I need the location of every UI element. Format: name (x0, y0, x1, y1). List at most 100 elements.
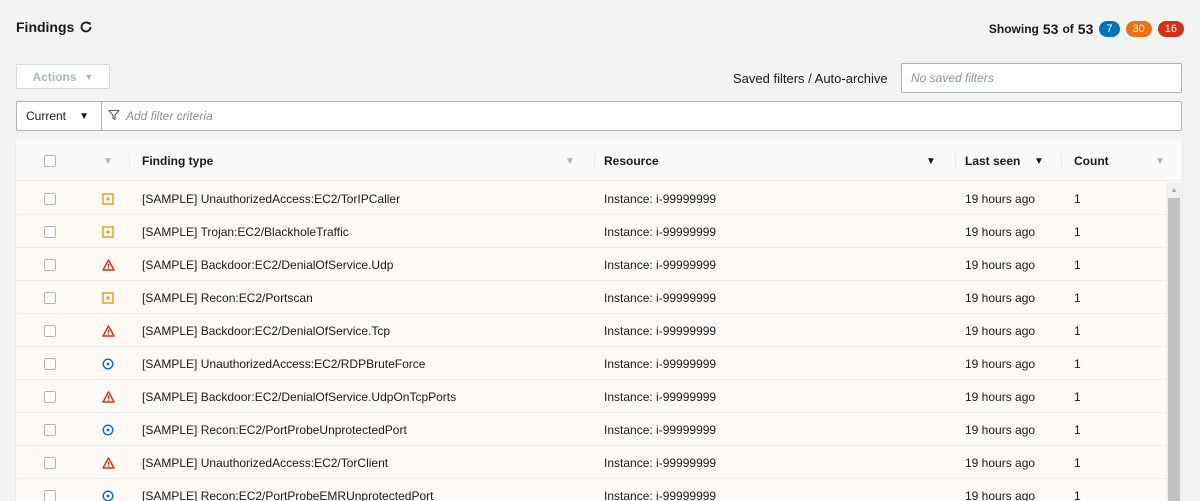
row-checkbox[interactable] (44, 380, 56, 413)
checkbox[interactable] (44, 456, 56, 469)
table-row[interactable]: [SAMPLE] Backdoor:EC2/DenialOfService.Ud… (16, 248, 1166, 281)
filter-criteria-placeholder: Add filter criteria (126, 109, 213, 123)
scrollbar-thumb[interactable] (1168, 198, 1180, 501)
finding-type-link[interactable]: [SAMPLE] Recon:EC2/PortProbeEMRUnprotect… (142, 479, 433, 501)
last-seen-cell: 19 hours ago (965, 290, 1036, 305)
refresh-icon[interactable] (78, 19, 94, 35)
resource-cell: Instance: i-99999999 (604, 191, 717, 206)
count-sort-toggle[interactable]: ▼ (1155, 141, 1165, 181)
severity-cell (101, 347, 115, 380)
checkbox[interactable] (44, 357, 56, 370)
resource-cell: Instance: i-99999999 (604, 224, 717, 239)
last-seen-cell: 19 hours ago (965, 356, 1036, 371)
row-checkbox[interactable] (44, 413, 56, 446)
finding-type-link[interactable]: [SAMPLE] Trojan:EC2/BlackholeTraffic (142, 215, 349, 248)
row-checkbox[interactable] (44, 281, 56, 314)
finding-type-link[interactable]: [SAMPLE] Backdoor:EC2/DenialOfService.Ud… (142, 248, 393, 281)
findings-panel: Findings Showing 53 of 53 7 30 16 Action… (0, 0, 1200, 501)
showing-count: 53 (1042, 21, 1059, 37)
finding-type-link[interactable]: [SAMPLE] Backdoor:EC2/DenialOfService.Ud… (142, 380, 456, 413)
column-label: Count (1074, 154, 1109, 168)
last-seen-cell: 19 hours ago (965, 323, 1036, 338)
finding-type-link[interactable]: [SAMPLE] UnauthorizedAccess:EC2/TorClien… (142, 446, 388, 479)
checkbox[interactable] (44, 258, 56, 271)
sort-caret-icon: ▼ (926, 155, 936, 167)
table-row[interactable]: [SAMPLE] Recon:EC2/PortProbeEMRUnprotect… (16, 479, 1166, 501)
column-label: Last seen (965, 154, 1021, 168)
checkbox[interactable] (44, 324, 56, 337)
vertical-scrollbar[interactable]: ▲ (1166, 182, 1182, 501)
severity-cell (101, 314, 115, 347)
table-row[interactable]: [SAMPLE] Backdoor:EC2/DenialOfService.Tc… (16, 314, 1166, 347)
low-severity-circle-icon (101, 423, 115, 437)
checkbox[interactable] (44, 423, 56, 436)
row-checkbox[interactable] (44, 446, 56, 479)
row-checkbox[interactable] (44, 182, 56, 215)
finding-type-link[interactable]: [SAMPLE] UnauthorizedAccess:EC2/RDPBrute… (142, 347, 425, 380)
medium-severity-badge[interactable]: 30 (1125, 21, 1152, 37)
resource-cell: Instance: i-99999999 (604, 290, 717, 305)
table-row[interactable]: [SAMPLE] Backdoor:EC2/DenialOfService.Ud… (16, 380, 1166, 413)
column-header-finding-type[interactable]: Finding type (142, 141, 213, 181)
filter-criteria-input[interactable]: Add filter criteria (102, 109, 213, 124)
row-checkbox[interactable] (44, 347, 56, 380)
severity-cell (101, 380, 115, 413)
column-header-last-seen[interactable]: Last seen (965, 141, 1020, 181)
medium-severity-square-icon (101, 225, 115, 239)
scroll-up-arrow-icon[interactable]: ▲ (1166, 182, 1182, 198)
checkbox[interactable] (44, 155, 56, 167)
table-row[interactable]: [SAMPLE] Recon:EC2/PortProbeUnprotectedP… (16, 413, 1166, 446)
last-seen-cell: 19 hours ago (965, 455, 1036, 470)
checkbox[interactable] (44, 291, 56, 304)
column-label: Finding type (142, 154, 214, 168)
table-row[interactable]: [SAMPLE] Trojan:EC2/BlackholeTraffic Inst… (16, 215, 1166, 248)
checkbox[interactable] (44, 489, 56, 501)
finding-type-link[interactable]: [SAMPLE] Recon:EC2/PortProbeUnprotectedP… (142, 413, 407, 446)
scope-select[interactable]: Current ▼ (17, 102, 102, 130)
count-cell: 1 (1074, 389, 1081, 404)
severity-sort-toggle[interactable]: ▼ (103, 141, 113, 181)
table-body: [SAMPLE] UnauthorizedAccess:EC2/TorIPCal… (16, 182, 1166, 501)
finding-type-link[interactable]: [SAMPLE] Backdoor:EC2/DenialOfService.Tc… (142, 314, 390, 347)
table-row[interactable]: [SAMPLE] UnauthorizedAccess:EC2/TorClien… (16, 446, 1166, 479)
table-row[interactable]: [SAMPLE] UnauthorizedAccess:EC2/TorIPCal… (16, 182, 1166, 215)
select-all-checkbox[interactable] (44, 141, 56, 181)
checkbox[interactable] (44, 225, 56, 238)
last-seen-cell: 19 hours ago (965, 224, 1036, 239)
severity-cell (101, 281, 115, 314)
high-severity-triangle-icon (101, 258, 115, 272)
saved-filters-label: Saved filters / Auto-archive (733, 71, 888, 86)
row-checkbox[interactable] (44, 248, 56, 281)
high-severity-triangle-icon (101, 390, 115, 404)
table-row[interactable]: [SAMPLE] Recon:EC2/Portscan Instance: i-9… (16, 281, 1166, 314)
resource-filter-toggle[interactable]: ▼ (926, 141, 936, 181)
row-checkbox[interactable] (44, 479, 56, 501)
findings-table: ▼ Finding type ▼ Resource ▼ Last seen ▼ (16, 141, 1182, 501)
last-seen-cell: 19 hours ago (965, 191, 1036, 206)
saved-filters-select[interactable]: No saved filters (901, 63, 1182, 93)
resource-cell: Instance: i-99999999 (604, 455, 717, 470)
column-header-count[interactable]: Count (1074, 141, 1109, 181)
table-header: ▼ Finding type ▼ Resource ▼ Last seen ▼ (16, 141, 1182, 181)
medium-severity-square-icon (101, 291, 115, 305)
checkbox[interactable] (44, 390, 56, 403)
actions-dropdown-button[interactable]: Actions ▼ (16, 64, 110, 89)
last-seen-cell: 19 hours ago (965, 488, 1036, 501)
resource-cell: Instance: i-99999999 (604, 257, 717, 272)
row-checkbox[interactable] (44, 215, 56, 248)
finding-type-link[interactable]: [SAMPLE] UnauthorizedAccess:EC2/TorIPCal… (142, 182, 400, 215)
column-divider (1061, 153, 1062, 169)
finding-type-link[interactable]: [SAMPLE] Recon:EC2/Portscan (142, 281, 313, 314)
high-severity-badge[interactable]: 16 (1157, 21, 1184, 37)
last-seen-sort-toggle[interactable]: ▼ (1034, 141, 1044, 181)
finding-type-sort-toggle[interactable]: ▼ (565, 141, 575, 181)
high-severity-triangle-icon (101, 324, 115, 338)
checkbox[interactable] (44, 192, 56, 205)
column-header-resource[interactable]: Resource (604, 141, 659, 181)
severity-cell (101, 446, 115, 479)
column-divider (129, 153, 130, 169)
table-row[interactable]: [SAMPLE] UnauthorizedAccess:EC2/RDPBrute… (16, 347, 1166, 380)
low-severity-badge[interactable]: 7 (1099, 21, 1120, 37)
row-checkbox[interactable] (44, 314, 56, 347)
resource-cell: Instance: i-99999999 (604, 422, 717, 437)
